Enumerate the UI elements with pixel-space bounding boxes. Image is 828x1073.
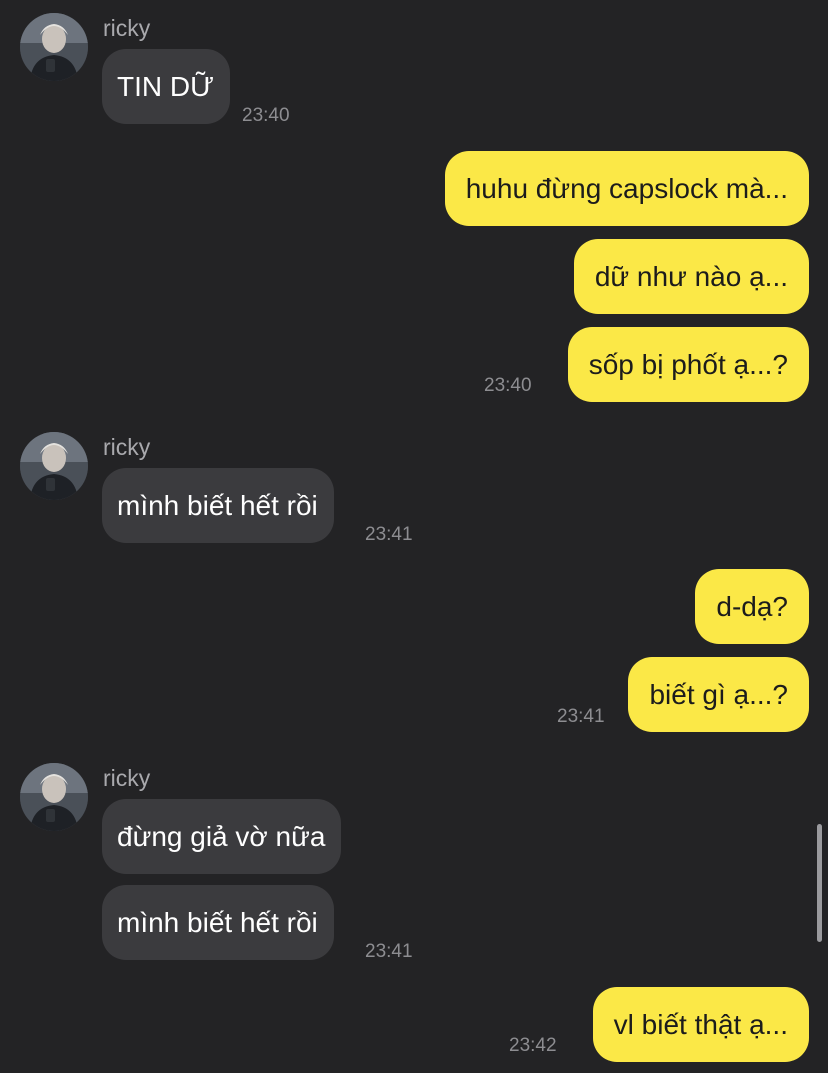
message-bubble-incoming[interactable]: đừng giả vờ nữa [102, 799, 342, 874]
message-bubble-incoming[interactable]: mình biết hết rồi [102, 468, 334, 543]
message-timestamp: 23:42 [509, 1035, 557, 1056]
message-timestamp: 23:41 [557, 706, 605, 727]
message-bubble-outgoing[interactable]: biết gì ạ...? [628, 657, 809, 732]
message-bubble-incoming[interactable]: TIN DỮ [102, 49, 231, 124]
scrollbar[interactable] [817, 824, 822, 942]
avatar[interactable] [20, 432, 88, 500]
message-bubble-outgoing[interactable]: d-dạ? [695, 569, 809, 644]
avatar[interactable] [20, 763, 88, 831]
message-bubble-outgoing[interactable]: dữ như nào ạ... [573, 239, 809, 314]
sender-name: ricky [103, 765, 151, 791]
message-bubble-outgoing[interactable]: vl biết thật ạ... [592, 987, 809, 1062]
message-timestamp: 23:41 [365, 524, 413, 545]
sender-name: ricky [103, 15, 151, 41]
message-bubble-outgoing[interactable]: huhu đừng capslock mà... [444, 151, 809, 226]
message-timestamp: 23:41 [365, 941, 413, 962]
avatar-photo [20, 432, 88, 500]
avatar-photo [20, 763, 88, 831]
message-bubble-outgoing[interactable]: sốp bị phốt ạ...? [567, 327, 809, 402]
message-bubble-incoming[interactable]: mình biết hết rồi [102, 885, 334, 960]
chat-view: ricky TIN DỮ 23:40 huhu đừng capslock mà… [0, 0, 828, 1073]
sender-name: ricky [103, 434, 151, 460]
message-timestamp: 23:40 [484, 375, 532, 396]
avatar-photo [20, 13, 88, 81]
avatar[interactable] [20, 13, 88, 81]
message-timestamp: 23:40 [242, 105, 290, 126]
